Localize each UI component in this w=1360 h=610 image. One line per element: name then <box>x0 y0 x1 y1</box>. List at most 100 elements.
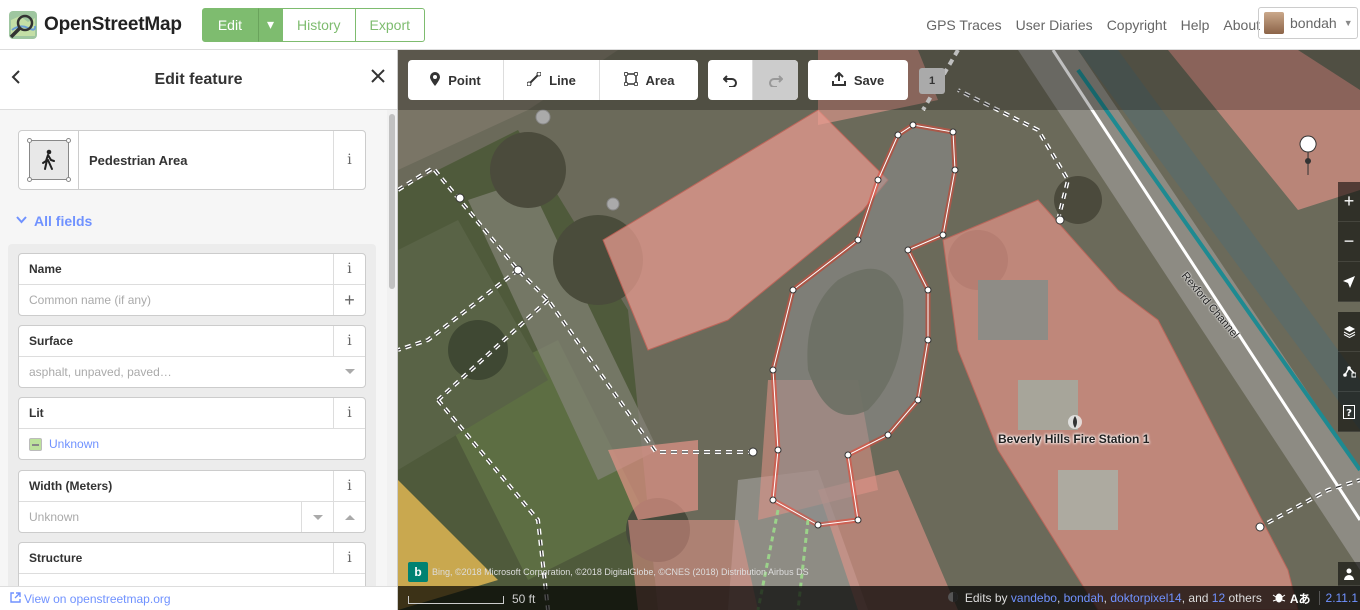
map-footer: 50 ft Edits by vandebo, bondah, doktorpi… <box>398 586 1360 610</box>
surface-placeholder: asphalt, unpaved, paved… <box>29 365 172 379</box>
view-on-osm-link[interactable]: View on openstreetmap.org <box>24 592 171 606</box>
pedestrian-icon <box>41 149 55 170</box>
save-group: Save <box>808 60 908 100</box>
nav-link-help[interactable]: Help <box>1181 17 1210 33</box>
preset-info-icon[interactable]: i <box>333 131 365 189</box>
geolocate-button[interactable] <box>1338 262 1360 302</box>
name-field: Name i Common name (if any) + <box>18 253 366 316</box>
lit-info-icon[interactable]: i <box>333 398 365 428</box>
add-area-button[interactable]: Area <box>600 60 698 100</box>
surface-label-text: Surface <box>29 334 74 348</box>
close-icon[interactable] <box>370 64 386 90</box>
lit-value: Unknown <box>49 437 100 451</box>
fire-station-icon <box>1068 415 1082 429</box>
name-label: Name i <box>19 254 365 285</box>
history-edits-icon <box>947 591 959 606</box>
name-info-icon[interactable]: i <box>333 254 365 284</box>
increment-button[interactable] <box>333 502 365 532</box>
width-field: Width (Meters) i Unknown <box>18 470 366 533</box>
background-button[interactable] <box>1338 312 1360 352</box>
others-suffix: others <box>1228 591 1262 605</box>
export-button[interactable]: Export <box>355 7 426 42</box>
nav-link-about[interactable]: About <box>1223 17 1260 33</box>
preset-selector[interactable]: Pedestrian Area i <box>18 130 366 190</box>
caret-down-icon: ▼ <box>1343 18 1353 28</box>
sidebar-scrollbar[interactable] <box>387 110 397 586</box>
user-menu[interactable]: bondah ▼ <box>1258 7 1358 39</box>
name-placeholder: Common name (if any) <box>29 293 152 307</box>
zoom-out-button[interactable]: − <box>1338 222 1360 262</box>
language-icon[interactable]: Aあ <box>1290 590 1311 607</box>
undo-button[interactable] <box>708 60 753 100</box>
width-info-icon[interactable]: i <box>333 471 365 501</box>
svg-text:?: ? <box>1346 408 1352 419</box>
history-button[interactable]: History <box>282 7 356 42</box>
help-icon: ? <box>1343 404 1355 419</box>
nav-link-user-diaries[interactable]: User Diaries <box>1016 17 1093 33</box>
brand[interactable]: OpenStreetMap <box>8 10 182 40</box>
indeterminate-checkbox-icon <box>29 437 42 451</box>
lit-label: Lit i <box>19 398 365 429</box>
structure-info-icon[interactable]: i <box>333 543 365 573</box>
add-point-button[interactable]: Point <box>408 60 504 100</box>
surface-label: Surface i <box>19 326 365 357</box>
undo-redo-group <box>708 60 798 100</box>
plus-icon: + <box>1343 191 1355 211</box>
save-button[interactable]: Save <box>808 60 908 100</box>
lit-check[interactable]: Unknown <box>19 429 365 459</box>
aerial-imagery <box>398 50 1360 610</box>
sidebar-body: Pedestrian Area i All fields Name i Comm… <box>0 110 388 586</box>
scrollbar-thumb[interactable] <box>389 114 395 289</box>
add-localized-name-icon[interactable]: + <box>333 285 365 315</box>
panel-controls: ? <box>1338 312 1360 432</box>
editor-link-doktorpixel14[interactable]: doktorpixel14 <box>1110 591 1181 605</box>
editor-link-bondah[interactable]: bondah <box>1064 591 1104 605</box>
minus-icon: − <box>1343 231 1355 251</box>
version-link[interactable]: 2.11.1 <box>1318 591 1358 605</box>
nav-link-gps-traces[interactable]: GPS Traces <box>926 17 1001 33</box>
redo-button[interactable] <box>753 60 798 100</box>
save-label: Save <box>853 72 885 88</box>
sidebar-title: Edit feature <box>154 70 243 88</box>
user-location-button[interactable] <box>1338 562 1360 586</box>
surface-info-icon[interactable]: i <box>333 326 365 356</box>
width-input[interactable]: Unknown <box>19 502 365 532</box>
edit-dropdown-button[interactable]: ▾ <box>257 7 283 42</box>
redo-icon <box>768 75 783 87</box>
name-input[interactable]: Common name (if any) + <box>19 285 365 315</box>
sidebar-footer: View on openstreetmap.org <box>0 586 397 610</box>
add-feature-group: Point Line Area <box>408 60 698 100</box>
map-data-button[interactable] <box>1338 352 1360 392</box>
zoom-controls: + − <box>1338 182 1360 302</box>
width-label: Width (Meters) i <box>19 471 365 502</box>
nav-link-copyright[interactable]: Copyright <box>1107 17 1167 33</box>
edit-button[interactable]: Edit <box>201 7 258 42</box>
all-fields-toggle[interactable]: All fields <box>16 213 92 229</box>
decrement-button[interactable] <box>301 502 333 532</box>
brand-name: OpenStreetMap <box>44 13 182 35</box>
add-line-label: Line <box>549 72 576 88</box>
back-icon[interactable] <box>10 68 22 91</box>
scale-bar[interactable] <box>408 596 504 604</box>
edits-by-label: Edits by <box>964 591 1008 605</box>
edit-count-badge: 1 <box>919 68 945 94</box>
lit-check-value[interactable]: Unknown <box>29 437 99 451</box>
others-count-link[interactable]: 12 <box>1212 591 1225 605</box>
editor-link-vandebo[interactable]: vandebo <box>1011 591 1057 605</box>
surface-combo[interactable]: asphalt, unpaved, paved… <box>19 357 365 387</box>
imagery-attribution: b Bing, ©2018 Microsoft Corporation, ©20… <box>408 562 809 582</box>
zoom-in-button[interactable]: + <box>1338 182 1360 222</box>
bug-report-icon[interactable] <box>1272 591 1286 606</box>
map-area[interactable]: Beverly Hills Fire Station 1 Rexford Cha… <box>398 50 1360 610</box>
preset-name: Pedestrian Area <box>89 152 188 168</box>
width-placeholder: Unknown <box>29 510 80 524</box>
osm-logo-icon <box>9 10 37 39</box>
add-line-button[interactable]: Line <box>504 60 600 100</box>
status-controls <box>1338 562 1360 586</box>
layers-icon <box>1343 326 1355 338</box>
help-button[interactable]: ? <box>1338 392 1360 432</box>
attribution-text: Bing, ©2018 Microsoft Corporation, ©2018… <box>432 567 809 577</box>
add-point-label: Point <box>448 72 481 88</box>
scale-label: 50 ft <box>512 592 536 606</box>
top-navigation: OpenStreetMap Edit ▾ History Export GPS … <box>0 0 1360 50</box>
